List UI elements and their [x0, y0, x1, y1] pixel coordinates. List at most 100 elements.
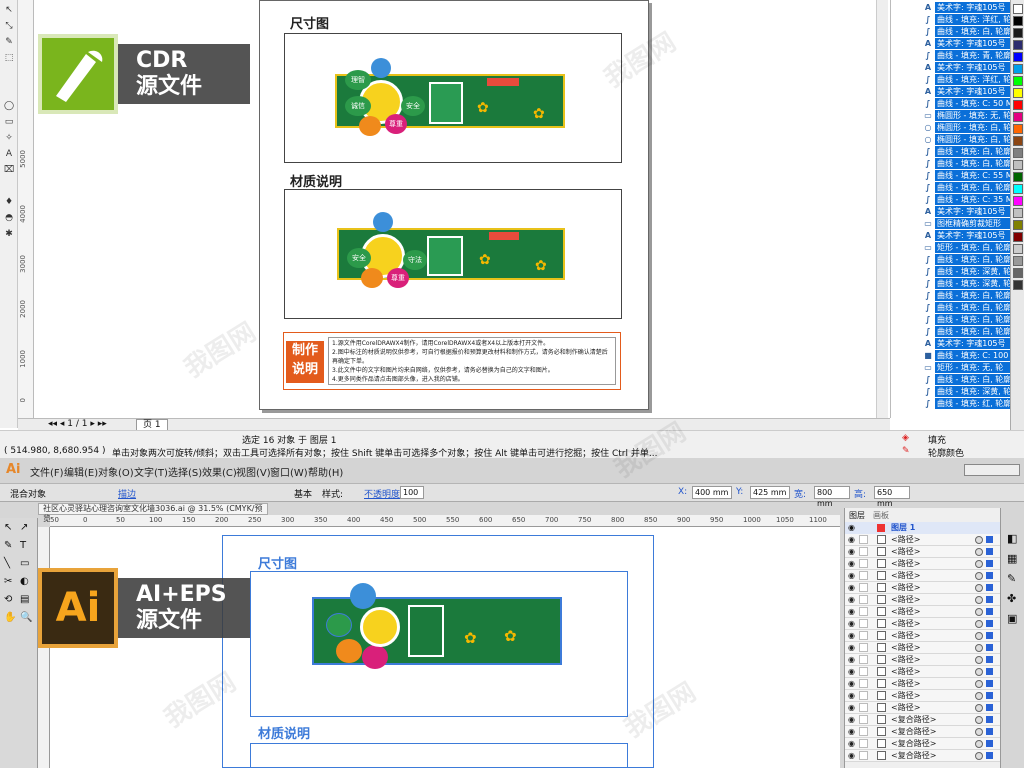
object-row[interactable]: ○ 椭圆形 - 填充: 白, 轮	[891, 134, 1011, 145]
object-row[interactable]: ∫ 曲线 - 填充: 白, 轮廓	[891, 254, 1011, 265]
object-row[interactable]: ∫ 曲线 - 填充: C: 55 M	[891, 170, 1011, 181]
object-row[interactable]: ▭ 图框精确剪裁矩形	[891, 218, 1011, 229]
scissors-tool-icon[interactable]: ✂	[4, 576, 12, 587]
layer-item-row[interactable]: ◉ <路径>	[845, 582, 1001, 594]
layer-item-row[interactable]: ◉ <路径>	[845, 606, 1001, 618]
hand-tool-icon[interactable]: ✋	[4, 612, 16, 623]
color-swatch[interactable]	[1013, 76, 1023, 86]
selection-indicator[interactable]	[986, 644, 993, 651]
lock-toggle[interactable]	[859, 739, 868, 748]
object-row[interactable]: ∫ 曲线 - 填充: C: 50 M	[891, 98, 1011, 109]
color-swatch[interactable]	[1013, 100, 1023, 110]
ai-artboard-canvas[interactable]: 尺寸图 ✿ ✿ 材质说明	[50, 527, 840, 768]
lock-toggle[interactable]	[859, 691, 868, 700]
lock-toggle[interactable]	[859, 655, 868, 664]
lock-toggle[interactable]	[859, 643, 868, 652]
color-swatch[interactable]	[1013, 184, 1023, 194]
selection-indicator[interactable]	[986, 692, 993, 699]
color-swatch[interactable]	[1013, 232, 1023, 242]
color-swatch[interactable]	[1013, 220, 1023, 230]
eye-icon[interactable]: ◉	[848, 558, 855, 570]
layer-item-row[interactable]: ◉ <路径>	[845, 558, 1001, 570]
lock-toggle[interactable]	[859, 559, 868, 568]
color-panel-icon[interactable]: ◧	[1007, 532, 1017, 545]
lock-toggle[interactable]	[859, 703, 868, 712]
outline-tool-icon[interactable]: ◓	[3, 212, 15, 224]
color-swatch[interactable]	[1013, 280, 1023, 290]
eye-icon[interactable]: ◉	[848, 594, 855, 606]
selection-tool-icon[interactable]: ↖	[4, 522, 12, 533]
eye-icon[interactable]: ◉	[848, 570, 855, 582]
lock-toggle[interactable]	[859, 619, 868, 628]
polygon-tool-icon[interactable]: ✧	[3, 132, 15, 144]
color-swatch[interactable]	[1013, 88, 1023, 98]
selection-indicator[interactable]	[986, 572, 993, 579]
object-row[interactable]: ∫ 曲线 - 填充: 洋红, 轮	[891, 14, 1011, 25]
lock-toggle[interactable]	[859, 631, 868, 640]
menu-object[interactable]: 对象(O)	[98, 464, 134, 479]
y-field[interactable]: 425 mm	[750, 486, 790, 499]
lock-toggle[interactable]	[859, 535, 868, 544]
eye-icon[interactable]: ◉	[848, 666, 855, 678]
table-tool-icon[interactable]: ⌧	[3, 164, 15, 176]
rectangle-tool-icon[interactable]: ▭	[3, 116, 15, 128]
color-swatch[interactable]	[1013, 16, 1023, 26]
target-icon[interactable]	[975, 548, 983, 556]
target-icon[interactable]	[975, 704, 983, 712]
rectangle-tool-icon[interactable]: ▭	[20, 558, 29, 569]
menu-help[interactable]: 帮助(H)	[308, 464, 343, 479]
color-swatch[interactable]	[1013, 244, 1023, 254]
selection-indicator[interactable]	[986, 716, 993, 723]
menu-view[interactable]: 视图(V)	[236, 464, 271, 479]
eyedropper-tool-icon[interactable]: ♦	[3, 196, 15, 208]
lock-toggle[interactable]	[859, 607, 868, 616]
selection-indicator[interactable]	[986, 560, 993, 567]
object-row[interactable]: ∫ 曲线 - 填充: 青, 轮廓	[891, 50, 1011, 61]
target-icon[interactable]	[975, 752, 983, 760]
object-row[interactable]: A 美术字: 字魂105号	[891, 86, 1011, 97]
height-field[interactable]: 650 mm	[874, 486, 910, 508]
lock-toggle[interactable]	[859, 715, 868, 724]
eye-icon[interactable]: ◉	[848, 534, 855, 546]
eye-icon[interactable]: ◉	[848, 702, 855, 714]
target-icon[interactable]	[975, 632, 983, 640]
gradient-tool-icon[interactable]: ◐	[20, 576, 29, 587]
object-row[interactable]: A 美术字: 字魂105号	[891, 62, 1011, 73]
layer-item-row[interactable]: ◉ <路径>	[845, 654, 1001, 666]
color-swatch[interactable]	[1013, 172, 1023, 182]
selection-indicator[interactable]	[986, 752, 993, 759]
object-row[interactable]: ∫ 曲线 - 填充: 白, 轮廓	[891, 182, 1011, 193]
object-row[interactable]: ∫ 曲线 - 填充: C: 35 M	[891, 194, 1011, 205]
object-row[interactable]: ▭ 矩形 - 填充: 无, 轮	[891, 362, 1011, 373]
color-swatch[interactable]	[1013, 208, 1023, 218]
target-icon[interactable]	[975, 740, 983, 748]
text-tool-icon[interactable]: A	[3, 148, 15, 160]
x-field[interactable]: 400 mm	[692, 486, 732, 499]
eye-icon[interactable]: ◉	[848, 642, 855, 654]
color-swatch[interactable]	[1013, 64, 1023, 74]
rotate-tool-icon[interactable]: ⟲	[4, 594, 12, 605]
object-row[interactable]: ∫ 曲线 - 填充: 白, 轮廓	[891, 302, 1011, 313]
layer-item-row[interactable]: ◉ <路径>	[845, 546, 1001, 558]
graph-tool-icon[interactable]: ▤	[20, 594, 29, 605]
layer-item-row[interactable]: ◉ <路径>	[845, 678, 1001, 690]
selection-indicator[interactable]	[986, 620, 993, 627]
pick-tool-icon[interactable]: ↖	[3, 4, 15, 16]
layer-item-row[interactable]: ◉ <路径>	[845, 642, 1001, 654]
page-nav-controls[interactable]: ◂◂ ◂ 1 / 1 ▸ ▸▸	[48, 419, 107, 430]
object-row[interactable]: ∫ 曲线 - 填充: 白, 轮廓	[891, 326, 1011, 337]
symbols-panel-icon[interactable]: ✤	[1007, 592, 1016, 605]
menu-type[interactable]: 文字(T)	[134, 464, 168, 479]
object-row[interactable]: ○ 椭圆形 - 填充: 白, 轮	[891, 122, 1011, 133]
layer-item-row[interactable]: ◉ <路径>	[845, 594, 1001, 606]
menu-edit[interactable]: 编辑(E)	[64, 464, 98, 479]
lock-toggle[interactable]	[859, 667, 868, 676]
layer-item-row[interactable]: ◉ <路径>	[845, 618, 1001, 630]
eye-icon[interactable]: ◉	[848, 618, 855, 630]
layer-item-row[interactable]: ◉ <路径>	[845, 690, 1001, 702]
swatches-panel-icon[interactable]: ▦	[1007, 552, 1017, 565]
color-swatch[interactable]	[1013, 52, 1023, 62]
eye-icon[interactable]: ◉	[848, 630, 855, 642]
line-tool-icon[interactable]: ╲	[4, 558, 10, 569]
layer-item-row[interactable]: ◉ <路径>	[845, 630, 1001, 642]
